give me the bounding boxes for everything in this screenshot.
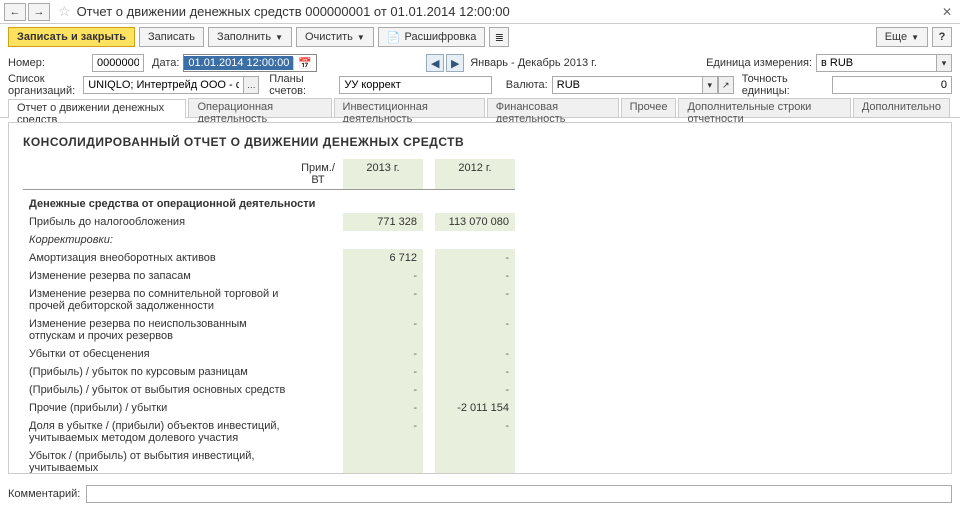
period-text: Январь - Декабрь 2013 г. <box>470 57 597 69</box>
date-field[interactable]: 01.01.2014 12:00:00 📅 <box>183 54 317 72</box>
table-row[interactable]: Корректировки: <box>23 231 515 249</box>
table-row[interactable]: Изменение резерва по запасам-- <box>23 267 515 285</box>
caret-down-icon: ▼ <box>357 33 365 42</box>
page-title: Отчет о движении денежных средств 000000… <box>77 4 938 19</box>
report-area[interactable]: КОНСОЛИДИРОВАННЫЙ ОТЧЕТ О ДВИЖЕНИИ ДЕНЕЖ… <box>8 122 952 474</box>
decrypt-button[interactable]: 📄Расшифровка <box>378 27 486 47</box>
clear-button[interactable]: Очистить▼ <box>296 27 374 47</box>
table-row[interactable]: (Прибыль) / убыток от выбытия основных с… <box>23 381 515 399</box>
orgs-field[interactable] <box>83 76 243 94</box>
document-icon: 📄 <box>387 31 401 44</box>
more-button[interactable]: Еще▼ <box>876 27 928 47</box>
tab-investing[interactable]: Инвестиционная деятельность <box>334 98 485 117</box>
tab-operating[interactable]: Операционная деятельность <box>188 98 331 117</box>
caret-down-icon: ▼ <box>911 33 919 42</box>
arrow-right-icon: → <box>34 6 45 18</box>
report-table: Прим./ВТ 2013 г. 2012 г. Денежные средст… <box>23 159 515 474</box>
currency-open-icon[interactable]: ↗ <box>718 76 734 94</box>
currency-label: Валюта: <box>506 79 548 91</box>
table-row[interactable]: Доля в убытке / (прибыли) объектов инвес… <box>23 417 515 447</box>
number-label: Номер: <box>8 57 88 69</box>
table-row[interactable]: Амортизация внеоборотных активов6 712- <box>23 249 515 267</box>
currency-field[interactable] <box>552 76 702 94</box>
tabs: Отчет о движении денежных средств Операц… <box>0 98 960 118</box>
col-note: Прим./ВТ <box>293 159 343 190</box>
caret-down-icon: ▼ <box>275 33 283 42</box>
period-next-button[interactable]: ▶ <box>446 54 464 72</box>
comment-field[interactable] <box>86 485 952 503</box>
col-2013: 2013 г. <box>343 159 423 190</box>
tab-additional[interactable]: Дополнительно <box>853 98 950 117</box>
period-prev-button[interactable]: ◀ <box>426 54 444 72</box>
plan-label: Планы счетов: <box>269 73 335 97</box>
table-row[interactable]: Изменение резерва по сомнительной торгов… <box>23 285 515 315</box>
table-row[interactable]: (Прибыль) / убыток по курсовым разницам-… <box>23 363 515 381</box>
precision-label: Точность единицы: <box>742 73 828 97</box>
forward-button[interactable]: → <box>28 3 50 21</box>
uom-dropdown-icon[interactable]: ▾ <box>936 54 952 72</box>
save-close-button[interactable]: Записать и закрыть <box>8 27 135 47</box>
arrow-left-icon: ← <box>10 6 21 18</box>
tab-financing[interactable]: Финансовая деятельность <box>487 98 619 117</box>
tab-extra-lines[interactable]: Дополнительные строки отчетности <box>678 98 850 117</box>
comment-label: Комментарий: <box>8 488 80 500</box>
extra-button[interactable]: ≣ <box>489 27 509 47</box>
table-row[interactable]: Прибыль до налогообложения771 328113 070… <box>23 213 515 231</box>
close-icon[interactable]: ✕ <box>938 5 956 19</box>
orgs-select-icon[interactable]: … <box>243 76 259 94</box>
help-button[interactable]: ? <box>932 27 952 47</box>
back-button[interactable]: ← <box>4 3 26 21</box>
calendar-icon[interactable]: 📅 <box>293 57 316 70</box>
list-icon: ≣ <box>495 31 504 44</box>
currency-dropdown-icon[interactable]: ▾ <box>702 76 718 94</box>
favorite-icon[interactable]: ☆ <box>58 3 71 20</box>
number-field[interactable] <box>92 54 144 72</box>
report-title: КОНСОЛИДИРОВАННЫЙ ОТЧЕТ О ДВИЖЕНИИ ДЕНЕЖ… <box>23 135 937 149</box>
table-row[interactable]: Убыток / (прибыль) от выбытия инвестиций… <box>23 447 515 474</box>
orgs-label: Список организаций: <box>8 73 79 97</box>
table-row[interactable]: Денежные средства от операционной деятел… <box>23 190 515 214</box>
plan-field[interactable] <box>339 76 491 94</box>
tab-other[interactable]: Прочее <box>621 98 677 117</box>
table-row[interactable]: Прочие (прибыли) / убытки--2 011 154 <box>23 399 515 417</box>
table-row[interactable]: Убытки от обесценения-- <box>23 345 515 363</box>
uom-label: Единица измерения: <box>706 57 812 69</box>
save-button[interactable]: Записать <box>139 27 204 47</box>
tab-cash-flow[interactable]: Отчет о движении денежных средств <box>8 99 186 118</box>
precision-field[interactable] <box>832 76 952 94</box>
fill-button[interactable]: Заполнить▼ <box>208 27 292 47</box>
col-2012: 2012 г. <box>435 159 515 190</box>
uom-field[interactable] <box>816 54 936 72</box>
table-row[interactable]: Изменение резерва по неиспользованным от… <box>23 315 515 345</box>
date-label: Дата: <box>152 57 179 69</box>
